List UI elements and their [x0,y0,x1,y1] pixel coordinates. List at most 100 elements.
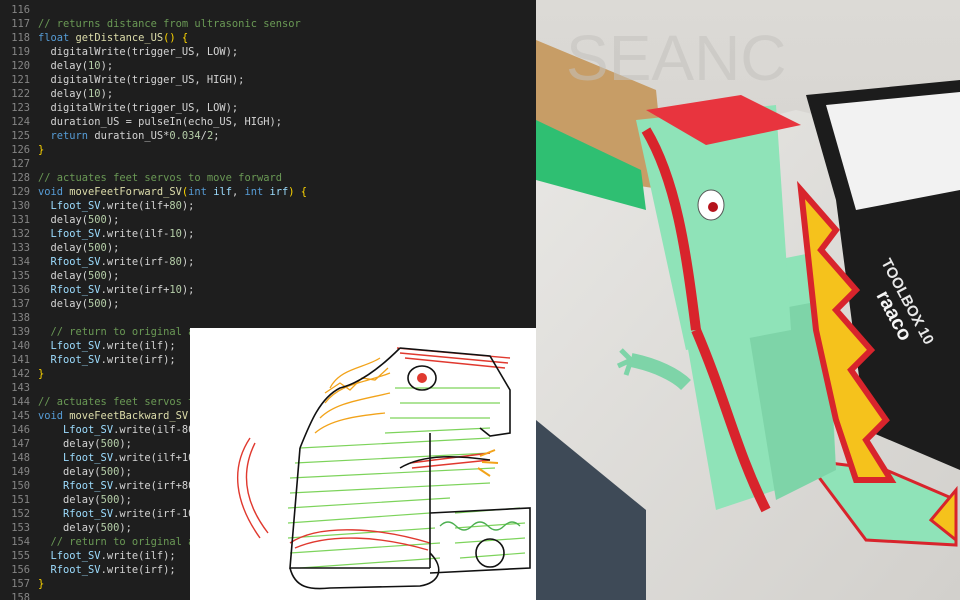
code-line: 128 // actuates feet servos to move forwa… [0,171,536,185]
code-line: 136 Rfoot_SV.write(irf+10); [0,283,536,297]
code-token: .write(irf+ [100,284,170,296]
code-content: void moveFeetBackward_SV( [38,409,194,423]
code-line: 123 digitalWrite(trigger_US, LOW); [0,101,536,115]
line-number: 124 [11,116,30,128]
code-token: 500 [88,270,107,282]
code-content: } [38,577,44,591]
wall-lettering: SEANC [566,22,787,94]
code-token: Rfoot_SV [38,284,101,296]
code-line: 135 delay(500); [0,269,536,283]
code-token: () { [163,32,189,44]
line-number: 154 [11,536,30,548]
code-token: // return to original a [38,326,195,338]
code-token: 500 [88,298,107,310]
code-content: delay(500); [38,521,132,535]
code-token: delay( [38,494,101,506]
code-token: ); [181,256,195,268]
code-token: 80 [169,256,182,268]
dinosaur-robot-photo: TOOLBOX 10 raaco SEANC [536,0,960,600]
code-token: irf [269,186,289,198]
code-token: } [38,578,45,590]
code-token: .write(ilf- [100,228,170,240]
code-token: ); [119,494,132,506]
code-token: ); [181,228,195,240]
code-content: Rfoot_SV.write(irf+80 [38,479,194,493]
code-token: ); [119,466,132,478]
code-token: 10 [169,284,182,296]
code-line: 122 delay(10); [0,87,536,101]
code-token: .write(irf+80 [113,480,195,492]
line-number: 127 [11,158,30,170]
code-token: delay( [38,214,89,226]
code-token: Lfoot_SV [38,340,101,352]
code-content: digitalWrite(trigger_US, HIGH); [38,73,245,87]
code-token: // actuates feet servos to move forward [38,172,282,184]
code-token: 500 [88,242,107,254]
code-token: 10 [88,88,101,100]
line-number: 125 [11,130,30,142]
code-token: delay( [38,88,89,100]
code-token: ); [100,60,114,72]
code-token: .write(irf); [100,354,176,366]
code-content: float getDistance_US() { [38,31,188,45]
line-number: 129 [11,186,30,198]
code-token: Lfoot_SV [38,452,114,464]
code-token: 500 [100,522,120,534]
code-token: ); [106,214,120,226]
code-token: 10 [169,228,182,240]
code-token: delay( [38,270,89,282]
code-token: 500 [100,438,120,450]
code-content: Lfoot_SV.write(ilf); [38,549,176,563]
code-line: 132 Lfoot_SV.write(ilf-10); [0,227,536,241]
code-content: delay(500); [38,437,132,451]
line-number: 149 [11,466,30,478]
code-line: 126} [0,143,536,157]
code-token: .write(ilf-80 [113,424,195,436]
code-content: Lfoot_SV.write(ilf-10); [38,227,195,241]
code-token: moveFeetForward_SV [69,186,182,198]
line-number: 117 [11,18,30,30]
line-number: 148 [11,452,30,464]
code-content: // actuates feet servos to move forward [38,171,282,185]
line-number: 137 [11,298,30,310]
line-number: 119 [11,46,30,58]
code-token: int [188,186,214,198]
code-content: delay(500); [38,493,132,507]
code-line: 121 digitalWrite(trigger_US, HIGH); [0,73,536,87]
code-token: 80 [169,200,182,212]
line-number: 130 [11,200,30,212]
code-token: ilf [213,186,232,198]
code-token: digitalWrite(trigger_US, HIGH); [38,74,245,86]
line-number: 151 [11,494,30,506]
line-number: 135 [11,270,30,282]
code-content: Rfoot_SV.write(irf+10); [38,283,195,297]
line-number: 131 [11,214,30,226]
code-content: delay(500); [38,269,120,283]
code-content: Lfoot_SV.write(ilf); [38,339,176,353]
code-line: 137 delay(500); [0,297,536,311]
code-line: 130 Lfoot_SV.write(ilf+80); [0,199,536,213]
line-number: 142 [11,368,30,380]
line-number: 134 [11,256,30,268]
code-token: Lfoot_SV [38,424,114,436]
code-token: delay( [38,522,101,534]
code-line: 138 [0,311,536,325]
code-token: .write(ilf+ [100,200,170,212]
code-token: .write(ilf+10 [113,452,195,464]
code-line: 125 return duration_US*0.034/2; [0,129,536,143]
code-token: ); [181,200,195,212]
code-token: Lfoot_SV [38,200,101,212]
line-number: 152 [11,508,30,520]
line-number: 146 [11,424,30,436]
code-content: // returns distance from ultrasonic sens… [38,17,301,31]
code-line: 127 [0,157,536,171]
code-token: ; [213,130,220,142]
code-content: digitalWrite(trigger_US, LOW); [38,101,239,115]
code-token: Lfoot_SV [38,228,101,240]
code-token: , [231,186,245,198]
line-number: 143 [11,382,30,394]
line-number: 158 [11,592,30,600]
code-token: float [38,32,76,44]
line-number: 122 [11,88,30,100]
code-line: 117 // returns distance from ultrasonic s… [0,17,536,31]
